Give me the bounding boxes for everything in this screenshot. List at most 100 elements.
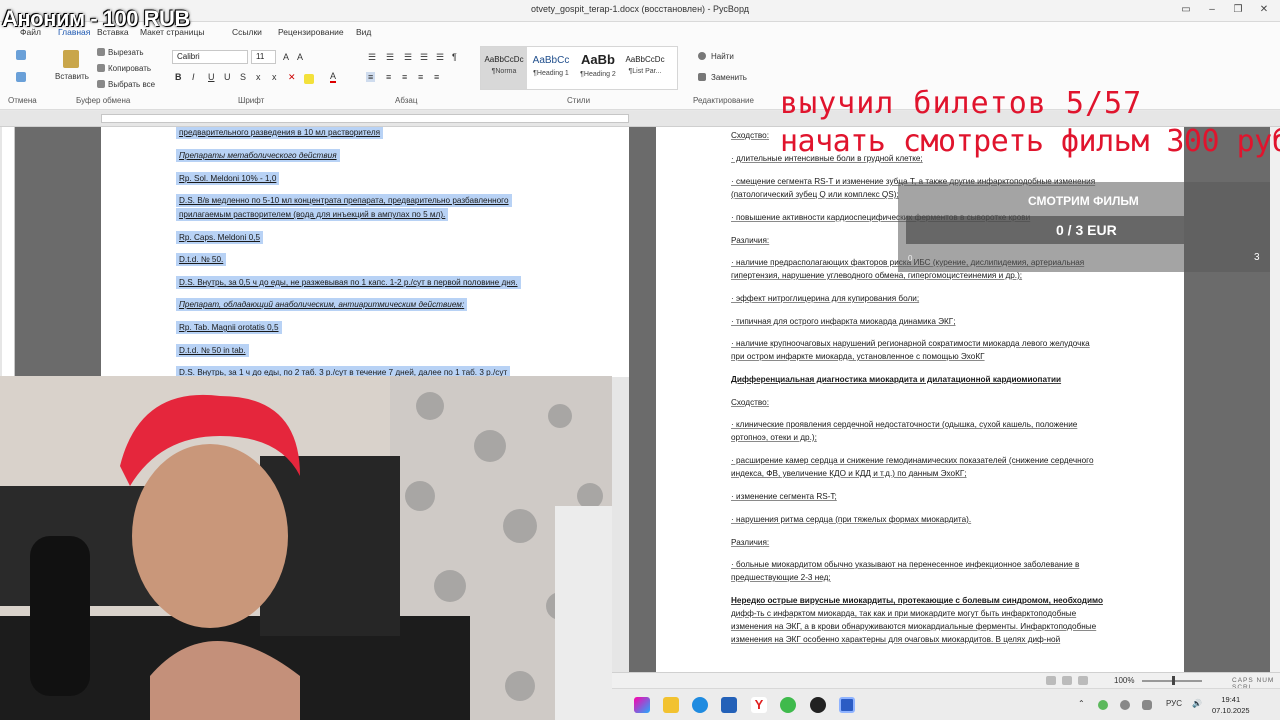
doc-line[interactable]: · больные миокардитом обычно указывают н… <box>731 560 1079 569</box>
doc-line[interactable]: предварительного разведения в 10 мл раст… <box>176 127 384 139</box>
style-heading-2[interactable]: AaBb ¶Heading 2 <box>575 47 621 89</box>
cut-button[interactable]: Вырезать <box>108 48 144 57</box>
doc-line[interactable]: Препарат, обладающий анаболическим, анти… <box>176 298 468 311</box>
doc-line[interactable]: дифф-ть с инфарктом миокарда, так как и … <box>731 609 1076 618</box>
app-icon[interactable] <box>780 697 796 713</box>
doc-line[interactable]: изменения на ЭКГ, а в крови обнаруживают… <box>731 622 1096 631</box>
clock[interactable]: 19:41 07.10.2025 <box>1212 694 1250 716</box>
tray-chevron-icon[interactable]: ⌃ <box>1078 699 1085 708</box>
style-heading-1[interactable]: AaBbCc ¶Heading 1 <box>528 47 574 89</box>
zoom-level[interactable]: 100% <box>1114 676 1134 685</box>
font-size-select[interactable]: 11 <box>251 50 276 64</box>
select-all-button[interactable]: Выбрать все <box>108 80 155 89</box>
doc-line[interactable]: при остром инфаркте миокарда, установлен… <box>731 352 985 361</box>
superscript-button[interactable]: x <box>256 72 261 82</box>
doc-line[interactable]: Препараты метаболического действия <box>176 149 340 162</box>
doc-line[interactable]: · клинические проявления сердечной недос… <box>731 420 1077 429</box>
doc-line[interactable]: Rp. Sol. Meldoni 10% - 1,0 <box>176 172 280 185</box>
line-spacing-icon[interactable]: ≡ <box>434 72 439 82</box>
doc-line[interactable]: Сходство: <box>731 131 769 140</box>
decrease-indent-icon[interactable]: ☰ <box>420 52 428 63</box>
store-icon[interactable] <box>721 697 737 713</box>
doc-line[interactable]: Нередко острые вирусные миокардиты, прот… <box>731 596 1103 605</box>
doc-line[interactable]: (патологический зубец Q или комплекс QS)… <box>731 190 899 199</box>
tab-view[interactable]: Вид <box>356 27 371 37</box>
doc-line[interactable]: Rp. Tab. Magnii orotatis 0,5 <box>176 321 282 334</box>
bold-button[interactable]: B <box>175 72 182 82</box>
tray-app-icon[interactable] <box>1098 700 1108 710</box>
doc-line[interactable]: D.S. В/в медленно по 5-10 мл концентрата… <box>176 194 512 207</box>
layout-icon[interactable]: ▭ <box>1176 3 1196 17</box>
copy-button[interactable]: Копировать <box>108 64 151 73</box>
font-color-icon[interactable]: A <box>330 72 337 83</box>
paste-icon[interactable] <box>63 50 79 68</box>
multilevel-icon[interactable]: ☰ <box>404 52 412 63</box>
vertical-scrollbar[interactable] <box>1270 127 1280 672</box>
paste-button[interactable]: Вставить <box>55 72 89 81</box>
pilcrow-icon[interactable]: ¶ <box>452 52 457 62</box>
strikethrough-button[interactable]: U <box>224 72 231 82</box>
strike-icon[interactable]: S <box>240 72 246 82</box>
volume-icon[interactable]: 🔊 <box>1192 699 1202 708</box>
ruword-icon[interactable] <box>839 697 855 713</box>
font-name-select[interactable]: Calibri <box>172 50 248 64</box>
doc-line[interactable]: Rp. Caps. Meldoni 0,5 <box>176 231 264 244</box>
view-mode-icon[interactable] <box>1078 676 1088 685</box>
find-button[interactable]: Найти <box>711 52 734 61</box>
doc-line[interactable]: Сходство: <box>731 398 769 407</box>
obs-icon[interactable] <box>810 697 826 713</box>
doc-line[interactable]: · нарушения ритма сердца (при тяжелых фо… <box>731 515 971 524</box>
redo-icon[interactable] <box>16 72 26 82</box>
file-explorer-icon[interactable] <box>663 697 679 713</box>
undo-icon[interactable] <box>16 50 26 60</box>
italic-button[interactable]: I <box>192 72 195 82</box>
input-language[interactable]: РУС <box>1166 699 1182 708</box>
minimize-button[interactable]: – <box>1202 3 1222 17</box>
yandex-browser-icon[interactable]: Y <box>751 697 767 713</box>
view-mode-icon[interactable] <box>1046 676 1056 685</box>
tray-app-icon[interactable] <box>1142 700 1152 710</box>
vertical-ruler[interactable] <box>2 127 15 377</box>
bullets-icon[interactable]: ☰ <box>368 52 376 63</box>
doc-line[interactable]: D.t.d. № 50 in tab. <box>176 344 249 357</box>
doc-line[interactable]: · расширение камер сердца и снижение гем… <box>731 456 1094 465</box>
style-normal[interactable]: AaBbCcDc ¶Norma <box>481 47 527 89</box>
shrink-font-icon[interactable]: A <box>297 52 303 62</box>
doc-line[interactable]: · наличие крупноочаговых нарушений регио… <box>731 339 1090 348</box>
close-button[interactable]: ✕ <box>1254 3 1274 17</box>
copilot-icon[interactable] <box>634 697 650 713</box>
doc-line[interactable]: Различия: <box>731 538 769 547</box>
doc-line[interactable]: D.t.d. № 50. <box>176 253 227 266</box>
justify-icon[interactable]: ≡ <box>418 72 423 82</box>
document-page-left[interactable]: предварительного разведения в 10 мл раст… <box>101 127 629 377</box>
grow-font-icon[interactable]: A <box>283 52 289 62</box>
horizontal-ruler-left[interactable] <box>101 114 629 123</box>
align-center-icon[interactable]: ≡ <box>386 72 391 82</box>
doc-line[interactable]: · изменение сегмента RS-T; <box>731 492 837 501</box>
align-right-icon[interactable]: ≡ <box>402 72 407 82</box>
tab-references[interactable]: Ссылки <box>232 27 262 37</box>
underline-button[interactable]: U <box>208 72 215 82</box>
doc-line[interactable]: прилагаемым растворителем (вода для инъе… <box>176 208 449 221</box>
doc-line[interactable]: гипертензия, нарушение углеводного обмен… <box>731 271 1022 280</box>
clear-format-icon[interactable]: ✕ <box>288 72 296 83</box>
tab-review[interactable]: Рецензирование <box>278 27 344 37</box>
zoom-slider-thumb[interactable] <box>1172 676 1175 685</box>
tray-app-icon[interactable] <box>1120 700 1130 710</box>
doc-line[interactable]: изменения на ЭКГ особенно характерны для… <box>731 635 1060 644</box>
doc-line[interactable]: индекса, ФВ, увеличение КДО и КДД и т.д.… <box>731 469 967 478</box>
subscript-button[interactable]: x <box>272 72 277 82</box>
align-left-icon[interactable]: ≡ <box>366 72 376 82</box>
style-list-paragraph[interactable]: AaBbCcDc ¶List Par... <box>622 47 668 89</box>
doc-line[interactable]: предшествующие 2-3 нед; <box>731 573 831 582</box>
numbering-icon[interactable]: ☰ <box>386 52 394 63</box>
view-mode-icon[interactable] <box>1062 676 1072 685</box>
maximize-button[interactable]: ❐ <box>1228 3 1248 17</box>
replace-button[interactable]: Заменить <box>711 73 747 82</box>
highlight-icon[interactable] <box>304 74 314 84</box>
increase-indent-icon[interactable]: ☰ <box>436 52 444 63</box>
edge-icon[interactable] <box>692 697 708 713</box>
doc-line[interactable]: · эффект нитроглицерина для купирования … <box>731 294 919 303</box>
doc-line[interactable]: Различия: <box>731 236 769 245</box>
doc-heading[interactable]: Дифференциальная диагностика миокардита … <box>731 375 1061 384</box>
